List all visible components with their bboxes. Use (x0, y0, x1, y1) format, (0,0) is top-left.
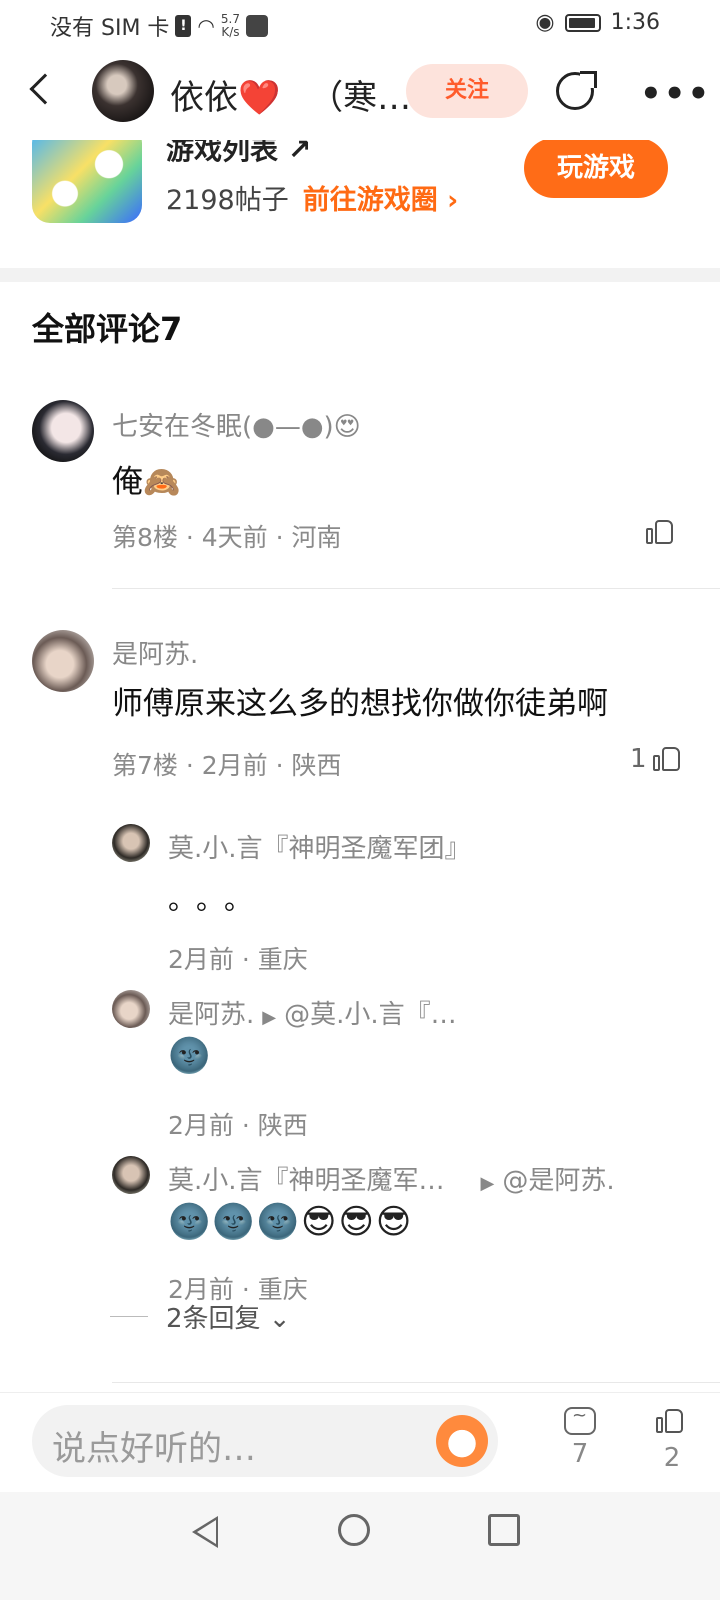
reply-avatar[interactable] (112, 824, 150, 862)
wifi-icon: ◠ (197, 14, 215, 38)
nav-recents-icon[interactable] (488, 1514, 520, 1546)
author-name-suffix: （寒… (309, 78, 412, 118)
reply-arrow-icon: ▶ (262, 1007, 277, 1028)
like-post-button[interactable]: 2 (652, 1407, 692, 1473)
play-game-button[interactable]: 玩游戏 (524, 138, 668, 198)
expand-line (110, 1316, 148, 1317)
follow-button[interactable]: 关注 (406, 64, 528, 118)
heart-emoji: ❤️ (238, 78, 281, 118)
comment-text: 俺🙈 (112, 456, 180, 501)
comment-text-body: 俺 (112, 464, 143, 500)
status-right: ◉ 1:36 (535, 10, 660, 35)
nav-home-icon[interactable] (338, 1514, 370, 1546)
comment-input-placeholder: 说点好听的… (52, 1429, 256, 1469)
more-options-icon[interactable]: ••• (640, 74, 711, 114)
emoji-picker-icon[interactable] (436, 1415, 488, 1467)
comment-input[interactable]: 说点好听的… (32, 1405, 498, 1477)
expand-replies-label: 2条回复 ⌄ (166, 1304, 291, 1334)
comment-meta: 第7楼 · 2月前 · 陕西 (112, 751, 342, 780)
comment-text: 师傅原来这么多的想找你做你徒弟啊 (112, 686, 608, 722)
notification-app-icon (245, 15, 268, 37)
reply-author-row: 莫.小.言『神明圣魔军… ▶ @是阿苏. (168, 1160, 615, 1197)
thumbs-up-icon (652, 1407, 692, 1443)
comment-author-text: 七安在冬眠(●—●) (112, 412, 334, 442)
network-speed: 5.7 K/s (221, 13, 240, 39)
comment-like-count: 1 (630, 744, 647, 774)
reply-arrow-icon: ▶ (480, 1173, 495, 1194)
nav-back-icon-inner (197, 1520, 216, 1544)
share-icon[interactable] (556, 71, 597, 110)
comment-author[interactable]: 七安在冬眠(●—●)😍 (112, 406, 361, 443)
thumbs-up-icon (646, 518, 674, 546)
author-avatar[interactable] (92, 60, 154, 122)
section-divider (0, 268, 720, 282)
battery-icon (564, 13, 601, 32)
expand-replies[interactable]: 2条回复 ⌄ (110, 1298, 291, 1335)
network-speed-unit: K/s (221, 25, 240, 39)
reply-author[interactable]: 莫.小.言『神明圣魔军… (168, 1166, 445, 1196)
clock: 1:36 (610, 10, 660, 35)
goto-game-circle-link[interactable]: 前往游戏圈 › (303, 178, 459, 217)
reply-author[interactable]: 是阿苏. (168, 1000, 254, 1030)
reply-text: 🌚🌚🌚😎😎😎 (168, 1202, 414, 1242)
comment-like-button[interactable]: 1 (630, 744, 681, 774)
heart-eyes-emoji: 😍 (333, 412, 361, 442)
comment-avatar[interactable] (32, 400, 94, 462)
back-arrow-icon[interactable] (29, 73, 61, 105)
system-nav-bar (0, 1492, 720, 1600)
reply-author-row: 是阿苏. ▶ @莫.小.言『… (168, 994, 457, 1031)
sim-alert-icon: ! (175, 15, 192, 37)
monkey-emoji: 🙈 (143, 465, 181, 500)
reply-to-link[interactable]: @莫.小.言『… (284, 1000, 457, 1030)
comment-separator (112, 1382, 720, 1383)
game-posts-row: 2198帖子 前往游戏圈 › (166, 178, 458, 217)
comment-icon (560, 1405, 600, 1439)
sim-status-text: 没有 SIM 卡 (50, 16, 170, 41)
reply-avatar[interactable] (112, 1156, 150, 1194)
comment-like-button[interactable] (640, 518, 674, 546)
comments-button[interactable]: 7 (560, 1405, 600, 1469)
reply-text: 🌚 (168, 1036, 211, 1076)
likes-count: 2 (663, 1443, 681, 1473)
reply-meta: 2月前 · 重庆 (168, 945, 308, 974)
thumbs-up-icon (652, 745, 681, 773)
comment-separator (112, 588, 720, 589)
reply-author[interactable]: 莫.小.言『神明圣魔军团』 (168, 828, 471, 865)
comment-meta: 第8楼 · 4天前 · 河南 (112, 523, 342, 552)
eye-icon: ◉ (535, 10, 555, 35)
comments-count: 7 (571, 1439, 589, 1469)
top-header: 依依❤️ （寒… 关注 ••• (0, 50, 720, 140)
reply-meta: 2月前 · 陕西 (168, 1111, 308, 1140)
author-name-text: 依依 (170, 78, 238, 118)
bottom-input-bar: 说点好听的… 7 2 (0, 1392, 720, 1493)
post-count: 2198帖子 (166, 185, 289, 216)
reply-to-link[interactable]: @是阿苏. (502, 1166, 614, 1196)
network-speed-value: 5.7 (220, 12, 240, 26)
reply-avatar[interactable] (112, 990, 150, 1028)
status-left: 没有 SIM 卡 ! ◠ 5.7 K/s (50, 10, 268, 42)
comments-header: 全部评论7 (32, 310, 183, 348)
reply-text: 。。。 (168, 883, 267, 916)
status-bar: 没有 SIM 卡 ! ◠ 5.7 K/s ◉ 1:36 (0, 0, 720, 50)
comment-author[interactable]: 是阿苏. (112, 634, 198, 671)
comment-avatar[interactable] (32, 630, 94, 692)
author-name[interactable]: 依依❤️ （寒… (170, 70, 411, 119)
